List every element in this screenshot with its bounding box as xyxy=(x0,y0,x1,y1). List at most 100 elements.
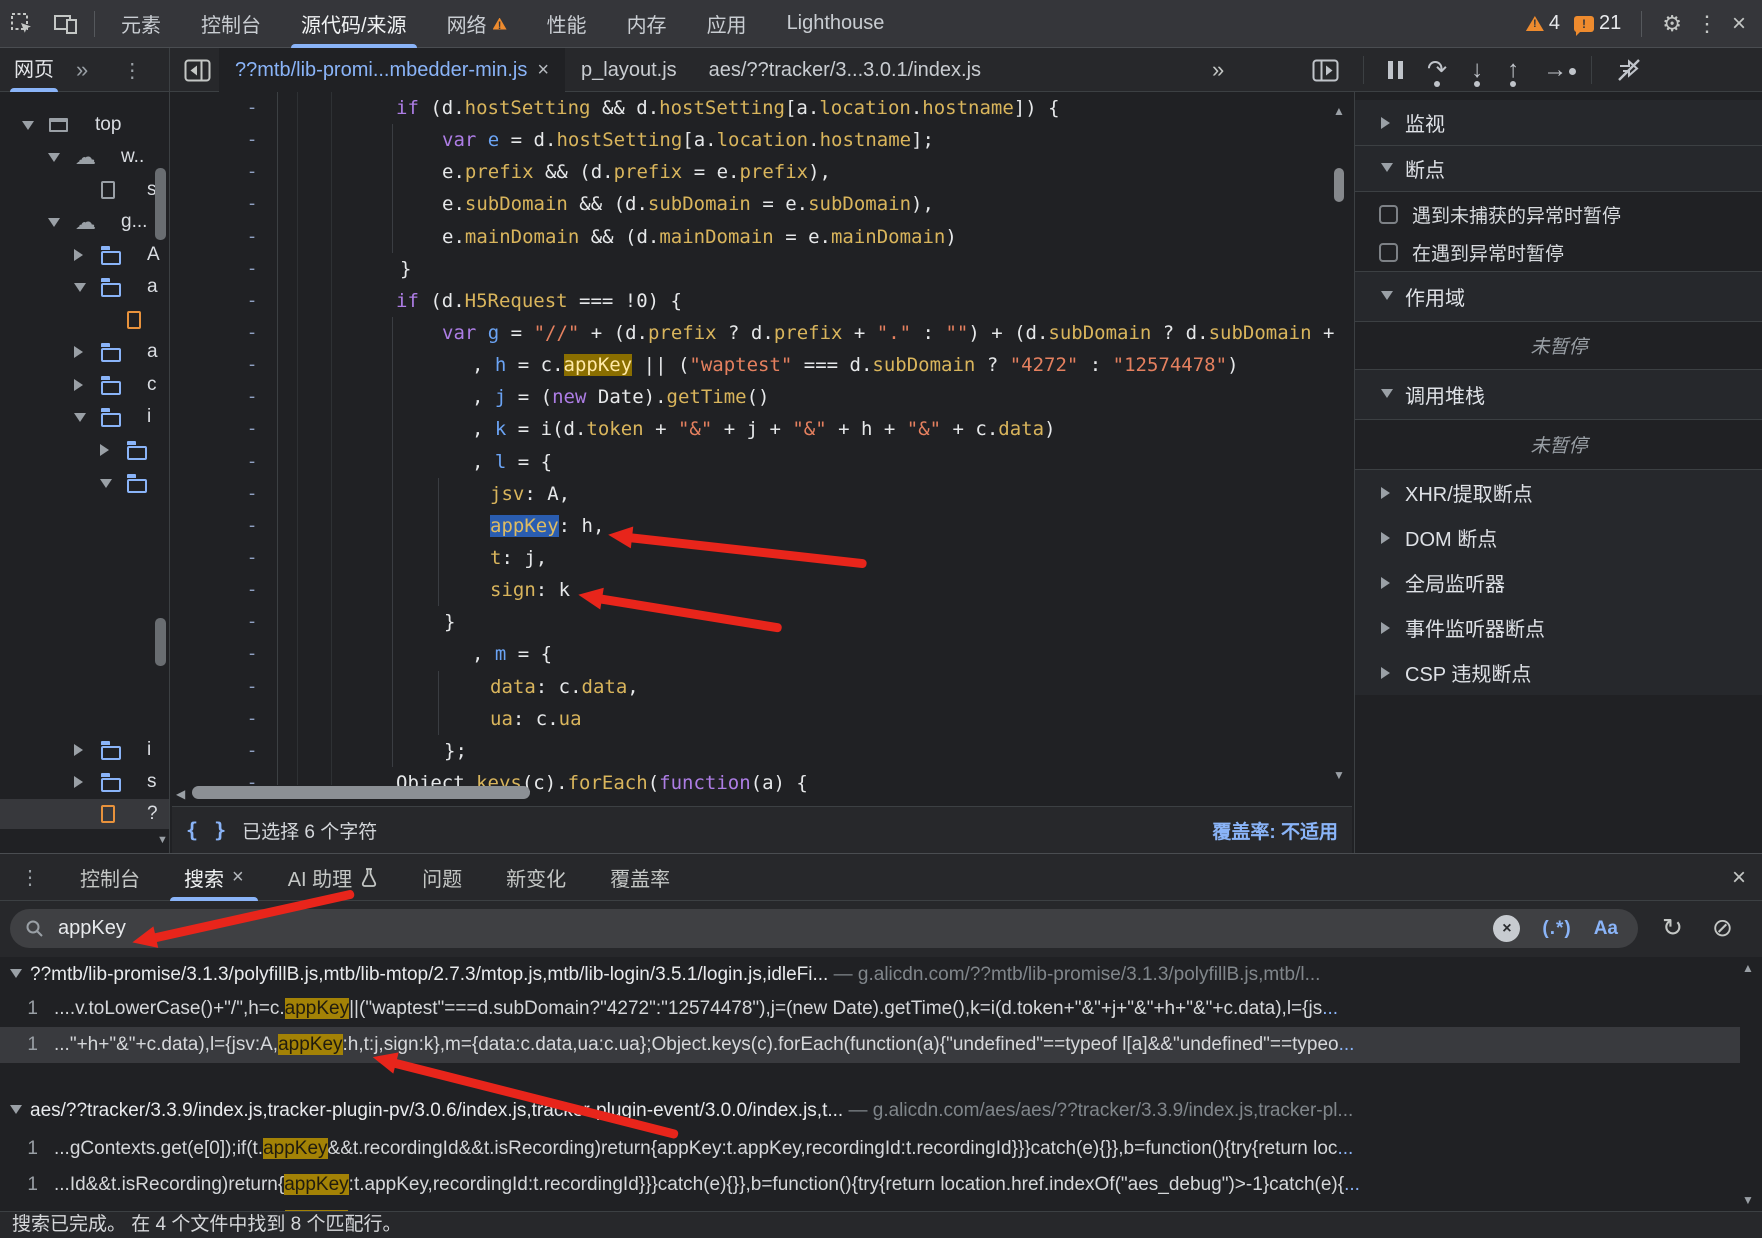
coverage-status-link[interactable]: 覆盖率: 不适用 xyxy=(1212,817,1338,844)
hscroll-thumb[interactable] xyxy=(192,786,530,799)
match-case-toggle[interactable]: Aa xyxy=(1594,918,1618,940)
breakpoint-gutter-cell[interactable]: - xyxy=(242,92,262,124)
toggle-debugger-sidebar-icon[interactable] xyxy=(1312,59,1339,82)
result-file-header[interactable]: aes/??tracker/3.3.9/index.js,tracker-plu… xyxy=(0,1095,1740,1127)
file-tab[interactable]: ??mtb/lib-promi...mbedder-min.js× xyxy=(219,48,565,92)
breakpoint-gutter-cell[interactable]: - xyxy=(242,285,262,317)
panel-tab-Lighthouse[interactable]: Lighthouse xyxy=(767,0,905,48)
chevron-right-icon[interactable] xyxy=(1381,622,1390,634)
navigator-more-tabs-icon[interactable]: » xyxy=(76,57,88,83)
navigator-kebab-icon[interactable]: ⋮ xyxy=(122,58,142,83)
tree-item-top[interactable]: top xyxy=(0,110,170,140)
sidebar-scrollbar-thumb[interactable] xyxy=(155,168,166,240)
result-match-row[interactable]: 1...ecording)return{appKey:t.appKey,reco… xyxy=(0,1203,1740,1211)
breakpoint-gutter-cell[interactable]: - xyxy=(242,606,262,638)
checkbox[interactable] xyxy=(1379,243,1398,262)
code-editor[interactable]: -if (d.hostSetting && d.hostSetting[a.lo… xyxy=(172,92,1352,853)
tree-item-g...[interactable]: ☁g... xyxy=(0,207,170,237)
chevron-right-icon[interactable] xyxy=(100,444,109,456)
editor-scrollbar-thumb[interactable] xyxy=(1334,168,1344,202)
breakpoint-gutter-cell[interactable]: - xyxy=(242,188,262,220)
close-drawer-icon[interactable]: × xyxy=(1732,864,1746,892)
results-scroll-up-icon[interactable]: ▲ xyxy=(1742,961,1754,975)
chevron-down-icon[interactable] xyxy=(10,969,22,978)
breakpoint-gutter-cell[interactable]: - xyxy=(242,671,262,703)
hscroll-left-icon[interactable]: ◀ xyxy=(176,787,185,801)
result-match-row[interactable]: 1...Id&&t.isRecording)return{appKey:t.ap… xyxy=(0,1167,1740,1203)
chevron-right-icon[interactable] xyxy=(1381,577,1390,589)
tree-item-c[interactable]: c xyxy=(0,370,170,400)
tree-item-a[interactable]: a xyxy=(0,337,170,367)
chevron-down-icon[interactable] xyxy=(1381,291,1393,300)
result-match-row[interactable]: 1....v.toLowerCase()+"/",h=c.appKey||("w… xyxy=(0,991,1740,1027)
chevron-down-icon[interactable] xyxy=(48,218,60,227)
breakpoint-gutter-cell[interactable]: - xyxy=(242,542,262,574)
section-全局监听器[interactable]: 全局监听器 xyxy=(1355,560,1762,605)
pause-script-icon[interactable] xyxy=(1388,61,1403,79)
section-断点[interactable]: 断点 xyxy=(1355,146,1762,192)
chevron-right-icon[interactable] xyxy=(1381,532,1390,544)
collapse-navigator-icon[interactable] xyxy=(184,59,211,82)
drawer-kebab-icon[interactable]: ⋮ xyxy=(20,865,40,890)
tree-item-a[interactable]: a xyxy=(0,272,170,302)
section-监视[interactable]: 监视 xyxy=(1355,100,1762,146)
warnings-indicator[interactable]: !4 xyxy=(1526,12,1560,35)
chevron-right-icon[interactable] xyxy=(74,776,83,788)
drawer-tab-搜索[interactable]: 搜索× xyxy=(162,854,266,901)
result-match-row[interactable]: 1...gContexts.get(e[0]);if(t.appKey&&t.r… xyxy=(0,1131,1740,1167)
breakpoint-gutter-cell[interactable]: - xyxy=(242,124,262,156)
settings-gear-icon[interactable]: ⚙ xyxy=(1662,13,1682,35)
kebab-menu-icon[interactable]: ⋮ xyxy=(1696,13,1718,35)
breakpoint-gutter-cell[interactable]: - xyxy=(242,510,262,542)
chevron-down-icon[interactable] xyxy=(100,479,112,488)
chevron-right-icon[interactable] xyxy=(74,744,83,756)
close-tab-icon[interactable]: × xyxy=(537,59,549,82)
drawer-tab-新变化[interactable]: 新变化 xyxy=(484,854,588,901)
section-事件监听器断点[interactable]: 事件监听器断点 xyxy=(1355,605,1762,650)
panel-tab-性能[interactable]: 性能 xyxy=(527,0,607,48)
tree-item[interactable] xyxy=(0,468,170,498)
section-CSP 违规断点[interactable]: CSP 违规断点 xyxy=(1355,650,1762,695)
step-over-icon[interactable]: ↷ xyxy=(1427,58,1447,82)
drawer-tab-控制台[interactable]: 控制台 xyxy=(58,854,162,901)
sidebar-scrollbar-thumb[interactable] xyxy=(155,618,166,666)
section-作用域[interactable]: 作用域 xyxy=(1355,272,1762,322)
tree-item-i[interactable]: i xyxy=(0,735,170,765)
file-tab[interactable]: aes/??tracker/3...3.0.1/index.js xyxy=(693,48,997,92)
drawer-tab-覆盖率[interactable]: 覆盖率 xyxy=(588,854,692,901)
editor-scroll-up-icon[interactable]: ▲ xyxy=(1333,104,1345,118)
tree-item[interactable] xyxy=(0,435,170,465)
regex-toggle[interactable]: (.*) xyxy=(1542,918,1571,940)
tree-item[interactable] xyxy=(0,305,170,335)
breakpoint-gutter-cell[interactable]: - xyxy=(242,317,262,349)
tree-item-w..[interactable]: ☁w.. xyxy=(0,142,170,172)
chevron-down-icon[interactable] xyxy=(74,413,86,422)
tree-item-s[interactable]: s xyxy=(0,175,170,205)
chevron-down-icon[interactable] xyxy=(48,153,60,162)
refresh-search-icon[interactable]: ↻ xyxy=(1662,913,1683,943)
breakpoint-gutter-cell[interactable]: - xyxy=(242,446,262,478)
breakpoint-option[interactable]: 遇到未捕获的异常时暂停 xyxy=(1355,196,1762,233)
chevron-right-icon[interactable] xyxy=(1381,487,1390,499)
breakpoint-gutter-cell[interactable]: - xyxy=(242,638,262,670)
drawer-tab-问题[interactable]: 问题 xyxy=(400,854,484,901)
tree-item-i[interactable]: i xyxy=(0,402,170,432)
step-out-icon[interactable]: ↑ xyxy=(1507,58,1519,82)
chevron-right-icon[interactable] xyxy=(1381,117,1390,129)
tree-item-?[interactable]: ? xyxy=(0,799,170,829)
search-input[interactable] xyxy=(58,917,1378,940)
sidebar-scroll-down-icon[interactable]: ▼ xyxy=(157,834,168,846)
deactivate-breakpoints-icon[interactable] xyxy=(1616,57,1642,83)
results-scroll-down-icon[interactable]: ▼ xyxy=(1742,1193,1754,1207)
chevron-down-icon[interactable] xyxy=(22,121,34,130)
breakpoint-option[interactable]: 在遇到异常时暂停 xyxy=(1355,233,1762,272)
pretty-print-icon[interactable]: { } xyxy=(186,818,228,842)
breakpoint-gutter-cell[interactable]: - xyxy=(242,735,262,767)
tree-item-s[interactable]: s xyxy=(0,767,170,797)
section-调用堆栈[interactable]: 调用堆栈 xyxy=(1355,370,1762,420)
chevron-right-icon[interactable] xyxy=(1381,667,1390,679)
clear-results-icon[interactable]: ⊘ xyxy=(1712,913,1733,943)
chevron-right-icon[interactable] xyxy=(74,379,83,391)
result-file-header[interactable]: ??mtb/lib-promise/3.1.3/polyfillB.js,mtb… xyxy=(0,959,1740,991)
chevron-down-icon[interactable] xyxy=(1381,163,1393,172)
